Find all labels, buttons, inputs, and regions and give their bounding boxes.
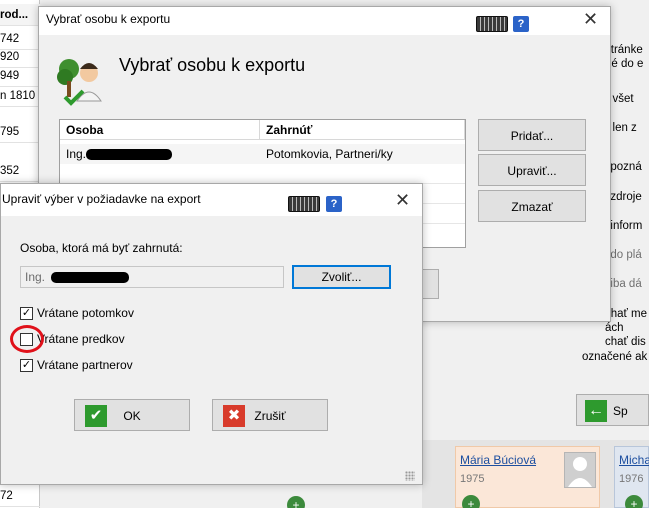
edit-button[interactable]: Upraviť... [478,154,586,186]
option-text: chať dis [605,336,646,348]
title-bar[interactable]: Upraviť výber v požiadavke na export ? ✕ [1,184,422,216]
checkbox-label: Vrátane partnerov [37,358,133,372]
list-item[interactable]: 72 [0,485,40,507]
table-row[interactable]: Ing. Potomkovia, Partneri/ky [60,144,465,164]
sp-button-label: Sp [613,404,628,418]
keyboard-icon[interactable] [476,16,508,32]
add-button[interactable]: Pridať... [478,119,586,151]
help-icon[interactable]: ? [513,16,529,32]
person-card-year: 1975 [460,473,485,485]
arrow-left-icon: ← [585,400,607,422]
expand-icon[interactable]: + [625,495,643,508]
dialog-heading: Vybrať osobu k exportu [119,55,306,75]
option-text: chať me [605,308,648,320]
person-export-icon [57,51,107,107]
red-annotation-circle [10,325,44,353]
checkbox-label: Vrátane potomkov [37,306,134,320]
background-sp-button[interactable]: ← Sp [576,394,649,426]
close-icon[interactable]: ✕ [583,9,598,30]
list-item[interactable]: n 1810 [0,85,40,107]
window-title: Vybrať osobu k exportu [46,12,171,26]
person-card-year: 1976 [619,473,644,485]
checkbox-checked-icon[interactable]: ✓ [20,359,33,372]
person-field[interactable]: Ing. [20,266,284,288]
ok-button-label: OK [123,409,141,423]
checkbox-checked-icon[interactable]: ✓ [20,307,33,320]
keyboard-icon[interactable] [288,196,320,212]
background-marked-text: označené ak [582,351,648,363]
avatar-placeholder-icon [564,452,596,488]
expand-icon[interactable]: + [462,495,480,508]
row-person: Ing. [66,147,87,161]
resize-grip-icon[interactable] [405,471,415,481]
person-field-label: Osoba, ktorá má byť zahrnutá: [20,241,183,255]
option-text: ách [605,322,624,334]
window-title: Upraviť výber v požiadavke na export [2,192,201,206]
column-header-person[interactable]: Osoba [60,120,260,140]
help-icon[interactable]: ? [326,196,342,212]
person-field-value: Ing. [25,270,46,284]
ok-button[interactable]: ✔ OK [74,399,190,431]
checkbox-label: Vrátane predkov [37,332,125,346]
background-options-panel: stránke né do e ť všet ť len z ' pozná '… [605,0,649,508]
redaction-bar [51,272,129,283]
cancel-button-label: Zrušiť [254,409,286,423]
row-include: Potomkovia, Partneri/ky [266,147,393,161]
choose-person-button[interactable]: Zvoliť... [292,265,391,289]
person-card[interactable]: Micha 1976 + [614,446,649,508]
list-item[interactable]: 352 [0,160,40,182]
person-card-name[interactable]: Micha [619,453,649,467]
list-item[interactable]: 949 [0,65,40,87]
edit-selection-dialog: Upraviť výber v požiadavke na export ? ✕… [0,183,423,485]
column-header-include[interactable]: Zahrnúť [260,120,465,140]
list-header[interactable]: rod... [0,4,40,26]
person-card[interactable]: Mária Búciová 1975 + [455,446,600,508]
redaction-bar [86,149,172,160]
person-card-name[interactable]: Mária Búciová [460,453,536,467]
cancel-x-icon: ✖ [223,405,245,427]
close-icon[interactable]: ✕ [395,190,410,211]
list-item[interactable]: 795 [0,121,40,143]
checkmark-icon: ✔ [85,405,107,427]
expand-icon[interactable]: + [287,496,305,508]
delete-button[interactable]: Zmazať [478,190,586,222]
title-bar[interactable]: Vybrať osobu k exportu ? ✕ [39,7,610,35]
cancel-button[interactable]: ✖ Zrušiť [212,399,328,431]
